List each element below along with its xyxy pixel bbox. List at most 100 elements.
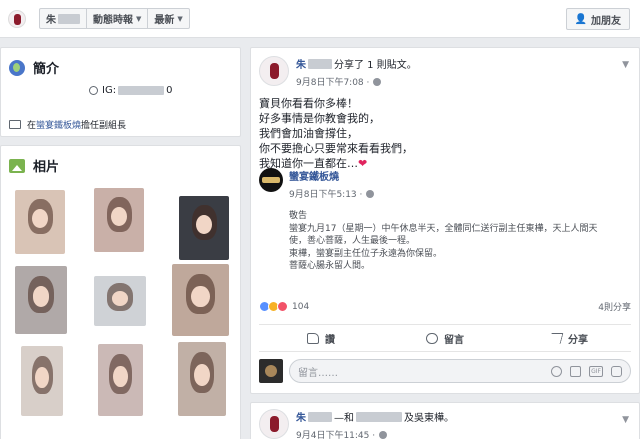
redacted-ig bbox=[118, 86, 165, 95]
post-line: 好多事情是你教會我的， bbox=[259, 112, 380, 125]
timeline-dropdown-label: 動態時報 bbox=[93, 15, 133, 26]
photo-thumbnail[interactable] bbox=[178, 342, 226, 416]
comment-icon bbox=[426, 332, 438, 344]
post-meta: 朱 —和 及吳東樺。 9月4日下午11:45 · bbox=[296, 409, 454, 439]
author-avatar[interactable] bbox=[259, 409, 289, 439]
photo-thumbnail[interactable] bbox=[172, 264, 229, 336]
emoji-icon[interactable] bbox=[551, 365, 562, 377]
timeline-selector: 朱 動態時報 ▼ 最新 ▼ bbox=[39, 8, 190, 29]
intro-header: 簡介 bbox=[1, 48, 240, 77]
share-button[interactable]: 分享 bbox=[507, 325, 631, 351]
post-text: 寶貝你看看你多棒！ 好多事情是你教會我的， 我們會加油會撐住， 你不要擔心只要常… bbox=[259, 96, 413, 171]
comment-tools: GIF bbox=[551, 365, 622, 377]
globe-icon bbox=[373, 77, 382, 86]
shared-line: 東樺，蠻宴副主任位子永遠為你保留。 bbox=[289, 248, 443, 259]
timeline-topbar: 朱 動態時報 ▼ 最新 ▼ 👤 加朋友 bbox=[0, 0, 640, 38]
post-timestamp[interactable]: 9月4日下午11:45 · bbox=[296, 428, 375, 439]
photo-thumbnail[interactable] bbox=[179, 196, 229, 260]
shared-line: 敬告 bbox=[289, 211, 308, 221]
work-info: 在 蠻宴鐵板燒 擔任副組長 bbox=[9, 118, 126, 131]
post-timestamp[interactable]: 9月8日下午7:08 · bbox=[296, 75, 369, 88]
work-place-link[interactable]: 蠻宴鐵板燒 bbox=[36, 118, 81, 131]
photo-icon bbox=[9, 158, 25, 173]
viewer-avatar[interactable] bbox=[259, 359, 283, 383]
globe-icon bbox=[379, 430, 388, 439]
sticker-icon[interactable] bbox=[611, 365, 622, 377]
shared-header: 蠻宴鐵板燒 9月8日下午5:13 · bbox=[259, 168, 631, 200]
tagged-post: 朱 —和 及吳東樺。 9月4日下午11:45 · ▼ bbox=[250, 402, 640, 439]
photo-thumbnail[interactable] bbox=[15, 266, 67, 334]
post-title: 朱 分享了 1 則貼文。 bbox=[296, 56, 417, 71]
photo-thumbnail[interactable] bbox=[94, 276, 146, 326]
shared-body: 敬告 蠻宴九月17（星期一）中午休息半天，全體同仁送行副主任東樺，天上人間天 使… bbox=[289, 210, 629, 273]
chevron-down-icon[interactable]: ▼ bbox=[622, 415, 629, 425]
share-label: 分享 bbox=[568, 334, 588, 346]
comment-label: 留言 bbox=[444, 334, 464, 346]
timeline-dropdown[interactable]: 動態時報 ▼ bbox=[86, 9, 147, 28]
reaction-summary[interactable]: 104 bbox=[259, 301, 309, 312]
post-header: 朱 —和 及吳東樺。 9月4日下午11:45 · bbox=[259, 409, 454, 439]
shared-content: 蠻宴鐵板燒 9月8日下午5:13 · 敬告 蠻宴九月17（星期一）中午休息半天，… bbox=[259, 168, 631, 271]
photo-thumbnail[interactable] bbox=[98, 344, 143, 416]
redacted-name bbox=[308, 58, 332, 69]
post-header: 朱 分享了 1 則貼文。 9月8日下午7:08 · bbox=[259, 56, 417, 88]
comment-button[interactable]: 留言 bbox=[383, 325, 507, 351]
like-button[interactable]: 讚 bbox=[259, 325, 383, 351]
shared-post: 朱 分享了 1 則貼文。 9月8日下午7:08 · ▼ 寶貝你看看你多棒！ 好多… bbox=[250, 47, 640, 394]
photos-card: 相片 bbox=[0, 145, 241, 439]
sort-dropdown-label: 最新 bbox=[154, 15, 175, 26]
redacted-name bbox=[308, 411, 332, 422]
photo-thumbnail[interactable] bbox=[94, 188, 144, 252]
search-icon bbox=[89, 86, 98, 95]
redacted-name bbox=[356, 411, 402, 422]
post-timestamp-row: 9月4日下午11:45 · bbox=[296, 428, 454, 439]
profile-name-prefix: 朱 bbox=[46, 15, 56, 26]
shared-line: 菩薩心腸永留人間。 bbox=[289, 261, 371, 271]
intro-card: 簡介 IG: 0 在 蠻宴鐵板燒 擔任副組長 bbox=[0, 47, 241, 137]
photos-title[interactable]: 相片 bbox=[33, 156, 59, 175]
reactions-bar: 104 4則分享 bbox=[259, 300, 631, 313]
profile-avatar-small[interactable] bbox=[8, 10, 26, 28]
shared-timestamp[interactable]: 9月8日下午5:13 · bbox=[289, 187, 362, 200]
chevron-down-icon: ▼ bbox=[177, 14, 183, 23]
post-actions: 讚 留言 分享 bbox=[259, 324, 631, 352]
thumbs-up-icon bbox=[307, 332, 319, 344]
post-meta: 朱 分享了 1 則貼文。 9月8日下午7:08 · bbox=[296, 56, 417, 88]
ig-label: IG: bbox=[102, 85, 117, 96]
page-name-link[interactable]: 蠻宴鐵板燒 bbox=[289, 168, 374, 183]
camera-icon[interactable] bbox=[570, 365, 581, 377]
comment-composer: 留言…… GIF bbox=[259, 359, 631, 383]
author-avatar[interactable] bbox=[259, 56, 289, 86]
briefcase-icon bbox=[9, 120, 21, 129]
sort-dropdown[interactable]: 最新 ▼ bbox=[147, 9, 188, 28]
add-friend-icon: 👤 bbox=[574, 13, 587, 25]
work-role: 擔任副組長 bbox=[81, 121, 127, 131]
gif-icon[interactable]: GIF bbox=[589, 365, 603, 377]
post-title: 朱 —和 及吳東樺。 bbox=[296, 409, 454, 424]
photo-thumbnail[interactable] bbox=[21, 346, 63, 416]
post-action-end: 及吳東樺。 bbox=[404, 413, 454, 424]
comment-input[interactable]: 留言…… GIF bbox=[289, 359, 631, 383]
shared-timestamp-row: 9月8日下午5:13 · bbox=[289, 187, 375, 200]
shared-meta: 蠻宴鐵板燒 9月8日下午5:13 · bbox=[289, 168, 375, 200]
post-timestamp-row: 9月8日下午7:08 · bbox=[296, 75, 417, 88]
profile-name-segment[interactable]: 朱 bbox=[40, 9, 86, 28]
photo-thumbnail[interactable] bbox=[15, 190, 65, 254]
globe-icon bbox=[9, 59, 25, 76]
author-name-prefix[interactable]: 朱 bbox=[296, 409, 306, 424]
love-reaction-icon bbox=[277, 301, 288, 312]
share-arrow-icon bbox=[548, 332, 564, 344]
page-avatar[interactable] bbox=[259, 168, 283, 192]
post-line: 你不要擔心只要常來看看我們， bbox=[259, 142, 413, 155]
shared-line: 使，善心菩薩，人生最後一程。 bbox=[289, 236, 416, 246]
chevron-down-icon: ▼ bbox=[136, 14, 142, 23]
author-name-prefix[interactable]: 朱 bbox=[296, 56, 306, 71]
redacted-name bbox=[58, 13, 80, 24]
add-friend-label: 加朋友 bbox=[591, 15, 621, 27]
chevron-down-icon[interactable]: ▼ bbox=[622, 60, 629, 70]
share-count[interactable]: 4則分享 bbox=[598, 300, 631, 313]
post-line: 我們會加油會撐住， bbox=[259, 127, 358, 140]
add-friend-button[interactable]: 👤 加朋友 bbox=[565, 8, 630, 30]
shared-line: 蠻宴九月17（星期一）中午休息半天，全體同仁送行副主任東樺，天上人間天 bbox=[289, 223, 598, 234]
like-label: 讚 bbox=[325, 334, 335, 346]
